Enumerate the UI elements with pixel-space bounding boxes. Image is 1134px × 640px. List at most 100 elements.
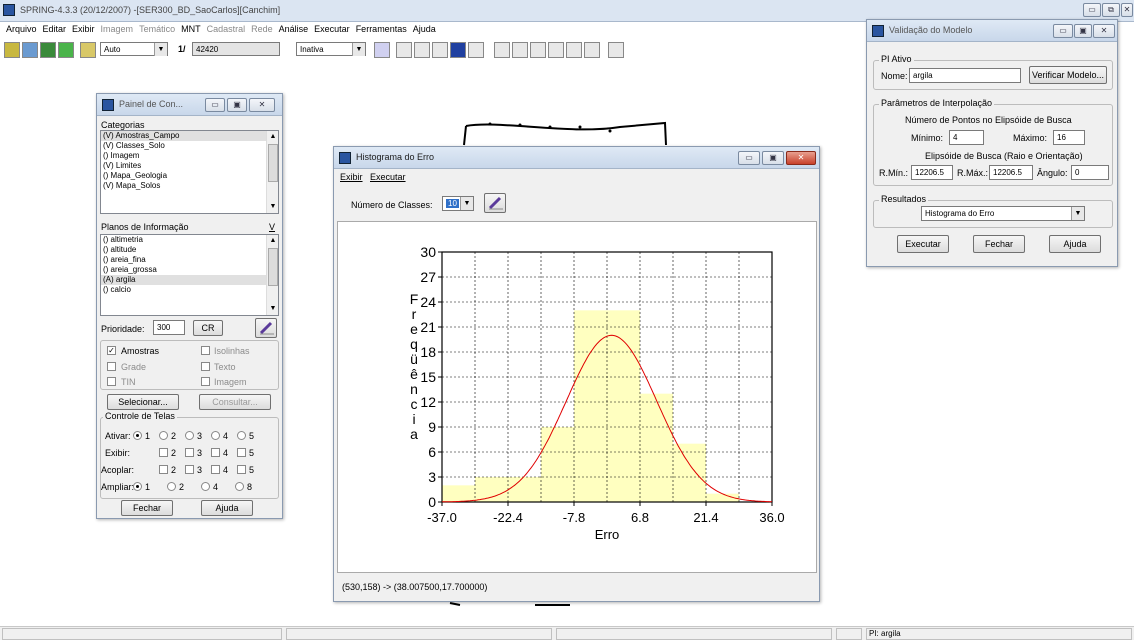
palette-icon[interactable] (374, 42, 390, 58)
display-checkbox-2[interactable] (159, 448, 168, 457)
menu-ferramentas[interactable]: Ferramentas (356, 24, 407, 34)
info-plane-item[interactable]: (A) argila (101, 275, 278, 285)
minimize-button[interactable]: ▭ (1053, 24, 1073, 38)
menu-editar[interactable]: Editar (43, 24, 67, 34)
menu-ajuda[interactable]: Ajuda (413, 24, 436, 34)
cursor-add-icon[interactable] (414, 42, 430, 58)
close-button[interactable]: ✕ (249, 98, 275, 112)
category-item[interactable]: (V) Amostras_Campo (101, 131, 278, 141)
help-validation-button[interactable]: Ajuda (1049, 235, 1101, 253)
activate-radio-3[interactable] (185, 431, 194, 440)
pointer-icon[interactable] (468, 42, 484, 58)
state-select[interactable]: Inativa ▼ (296, 42, 366, 56)
planes-scrollbar[interactable]: ▲ ▼ (266, 235, 278, 315)
zoom-radio-1[interactable] (133, 482, 142, 491)
undo-icon[interactable] (584, 42, 600, 58)
angle-field[interactable]: 0 (1071, 165, 1109, 180)
close-button[interactable]: ✕ (786, 151, 816, 165)
scroll-down-icon[interactable]: ▼ (267, 201, 279, 213)
menu-cadastral[interactable]: Cadastral (207, 24, 246, 34)
couple-checkbox-3[interactable] (185, 465, 194, 474)
info-plane-item[interactable]: () altitude (101, 245, 278, 255)
menu-tematico[interactable]: Temático (139, 24, 175, 34)
close-panel-button[interactable]: Fechar (121, 500, 173, 516)
activate-radio-4[interactable] (211, 431, 220, 440)
grid-checkbox[interactable] (107, 362, 116, 371)
maximize-button[interactable]: ▣ (227, 98, 247, 112)
minimize-button[interactable]: ▭ (1083, 3, 1101, 17)
activate-radio-2[interactable] (159, 431, 168, 440)
category-item[interactable]: (V) Classes_Solo (101, 141, 278, 151)
planes-visibility-label[interactable]: V (269, 222, 275, 232)
zoom-in-icon[interactable] (396, 42, 412, 58)
scroll-up-icon[interactable]: ▲ (267, 131, 279, 143)
scroll-up-icon[interactable]: ▲ (267, 235, 279, 247)
categories-list[interactable]: (V) Amostras_Campo (V) Classes_Solo() Ima… (100, 130, 279, 214)
scale-mode-select[interactable]: Auto ▼ (100, 42, 168, 56)
couple-checkbox-5[interactable] (237, 465, 246, 474)
project-icon[interactable] (22, 42, 38, 58)
pencil-icon[interactable] (255, 318, 277, 338)
display-checkbox-5[interactable] (237, 448, 246, 457)
menu-executar[interactable]: Executar (370, 172, 406, 182)
menu-executar[interactable]: Executar (314, 24, 350, 34)
layers-icon[interactable] (40, 42, 56, 58)
zoom-window-icon[interactable] (512, 42, 528, 58)
image-checkbox[interactable] (201, 377, 210, 386)
categories-scrollbar[interactable]: ▲ ▼ (266, 131, 278, 213)
scroll-down-icon[interactable]: ▼ (267, 303, 279, 315)
verify-model-button[interactable]: Verificar Modelo... (1029, 66, 1107, 84)
zoom-previous-icon[interactable] (548, 42, 564, 58)
execute-button[interactable]: Executar (897, 235, 949, 253)
zoom-radio-4[interactable] (201, 482, 210, 491)
help-panel-button[interactable]: Ajuda (201, 500, 253, 516)
maximize-button[interactable]: ▣ (762, 151, 784, 165)
cr-button[interactable]: CR (193, 320, 223, 336)
num-classes-select[interactable]: 10 ▼ (442, 196, 474, 211)
scale-value-field[interactable]: 42420 (192, 42, 280, 56)
menu-analise[interactable]: Análise (279, 24, 309, 34)
scroll-thumb[interactable] (268, 144, 278, 182)
rmin-field[interactable]: 12206.5 (911, 165, 953, 180)
text-checkbox[interactable] (201, 362, 210, 371)
category-item[interactable]: (V) Mapa_Solos (101, 181, 278, 191)
menu-arquivo[interactable]: Arquivo (6, 24, 37, 34)
info-plane-item[interactable]: () altimetria (101, 235, 278, 245)
info-icon[interactable] (450, 42, 466, 58)
zoom-radio-2[interactable] (167, 482, 176, 491)
close-button[interactable]: ✕ (1093, 24, 1115, 38)
close-validation-button[interactable]: Fechar (973, 235, 1025, 253)
query-button[interactable]: Consultar... (199, 394, 271, 410)
info-planes-list[interactable]: () altimetria() altitude() areia_fina() … (100, 234, 279, 316)
user-icon[interactable] (80, 42, 96, 58)
activate-radio-1[interactable] (133, 431, 142, 440)
couple-checkbox-2[interactable] (159, 465, 168, 474)
back-arrow-icon[interactable] (566, 42, 582, 58)
info-plane-item[interactable]: () calcio (101, 285, 278, 295)
category-item[interactable]: () Mapa_Geologia (101, 171, 278, 181)
maximize-button[interactable]: ▣ (1074, 24, 1092, 38)
menu-exibir[interactable]: Exibir (72, 24, 95, 34)
validation-titlebar[interactable]: Validação do Modelo ▭ ▣ ✕ (867, 20, 1117, 42)
database-icon[interactable] (4, 42, 20, 58)
pi-name-field[interactable]: argila (909, 68, 1021, 83)
menu-exibir[interactable]: Exibir (340, 172, 363, 182)
isolines-checkbox[interactable] (201, 346, 210, 355)
pan-icon[interactable] (432, 42, 448, 58)
histogram-titlebar[interactable]: Histograma do Erro ▭ ▣ ✕ (334, 147, 819, 169)
minimize-button[interactable]: ▭ (738, 151, 760, 165)
min-points-field[interactable]: 4 (949, 130, 984, 145)
maximize-button[interactable]: ⧉ (1102, 3, 1120, 17)
samples-checkbox[interactable]: ✓ (107, 346, 116, 355)
menu-mnt[interactable]: MNT (181, 24, 201, 34)
activate-radio-5[interactable] (237, 431, 246, 440)
control-panel-titlebar[interactable]: Painel de Con... ▭ ▣ ✕ (97, 94, 282, 116)
category-item[interactable]: (V) Limites (101, 161, 278, 171)
pencil-icon[interactable] (484, 193, 506, 213)
menu-imagem[interactable]: Imagem (101, 24, 134, 34)
couple-checkbox-4[interactable] (211, 465, 220, 474)
info-plane-item[interactable]: () areia_fina (101, 255, 278, 265)
minimize-button[interactable]: ▭ (205, 98, 225, 112)
info-plane-item[interactable]: () areia_grossa (101, 265, 278, 275)
zoom-radio-8[interactable] (235, 482, 244, 491)
